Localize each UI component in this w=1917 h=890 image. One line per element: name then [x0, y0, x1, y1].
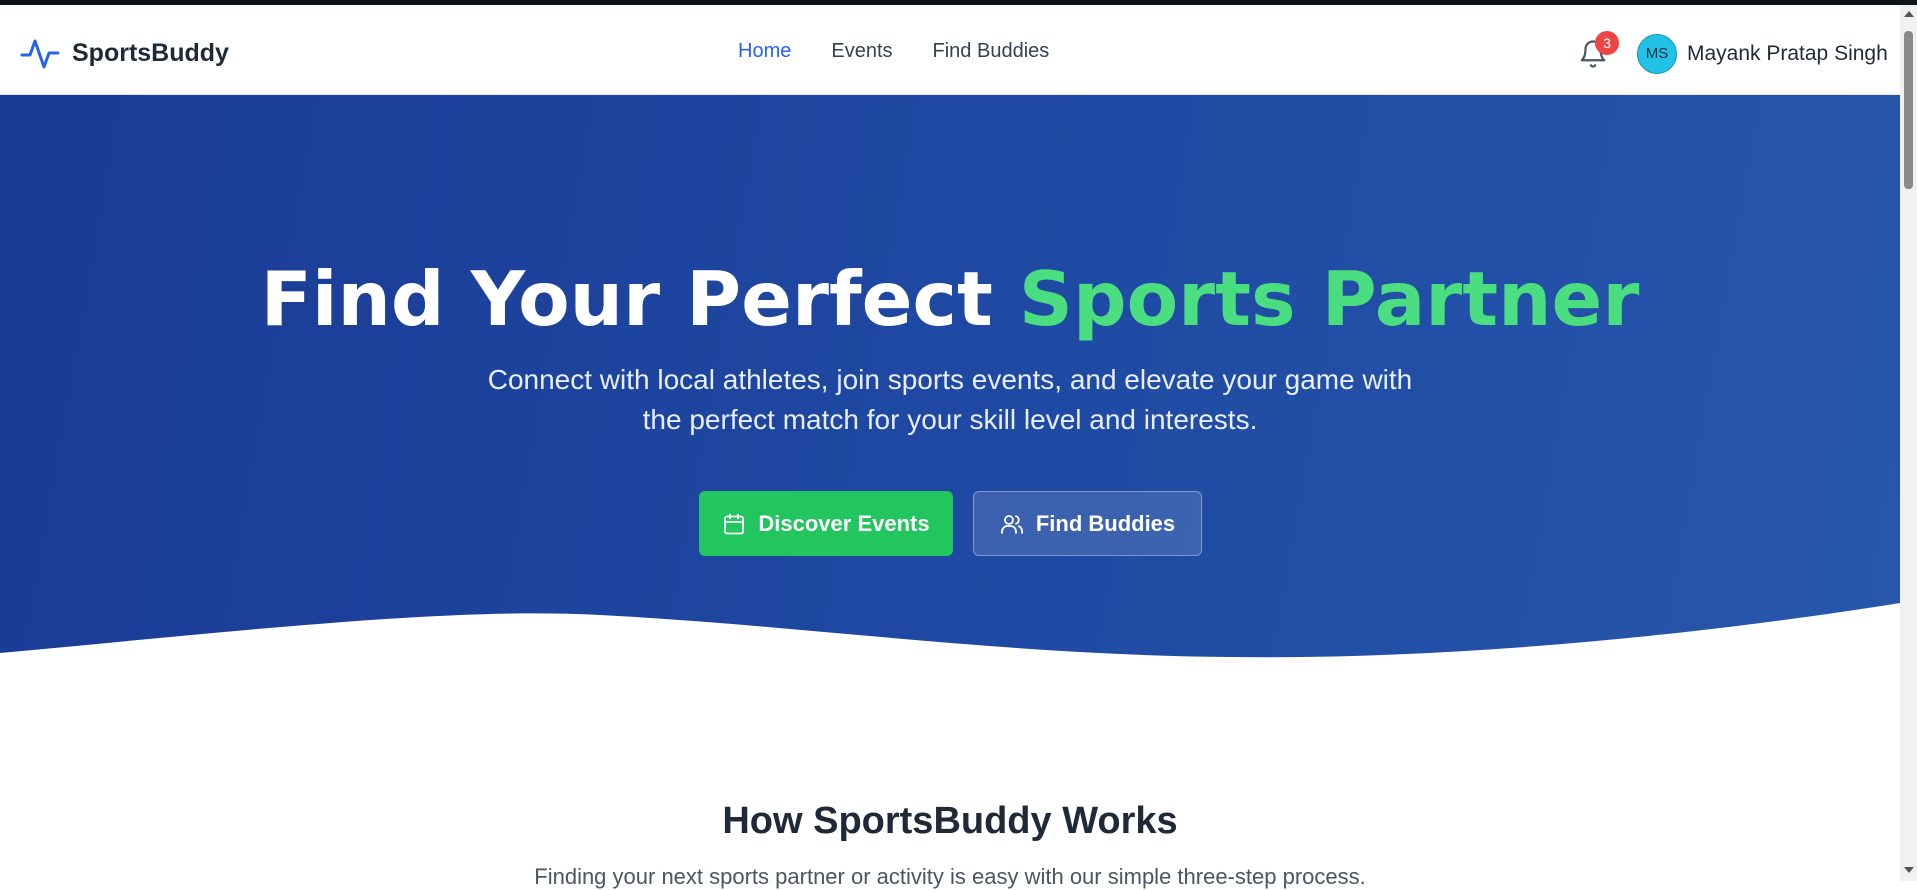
how-it-works-title: How SportsBuddy Works [722, 800, 1178, 842]
how-it-works-subtitle: Finding your next sports partner or acti… [534, 864, 1366, 889]
notification-count-badge: 3 [1595, 31, 1619, 55]
calendar-icon [724, 513, 745, 534]
avatar: MS [1637, 34, 1677, 74]
find-buddies-button[interactable]: Find Buddies [973, 491, 1202, 556]
hero-title-accent: Sports Partner [1018, 255, 1640, 343]
hero-subtitle: Connect with local athletes, join sports… [487, 364, 1413, 435]
hero-section: Find Your Perfect Sports Partner Connect… [0, 95, 1900, 720]
hero-title: Find Your Perfect Sports Partner [0, 255, 1900, 343]
scroll-up-arrow-icon[interactable] [1904, 11, 1914, 17]
scroll-down-arrow-icon[interactable] [1904, 867, 1914, 873]
find-buddies-label: Find Buddies [1035, 510, 1176, 536]
brand[interactable]: SportsBuddy [20, 33, 229, 73]
discover-events-button[interactable]: Discover Events [699, 491, 953, 556]
nav-find-buddies[interactable]: Find Buddies [933, 40, 1050, 63]
page-scrollbar[interactable] [1900, 5, 1917, 881]
users-icon [1000, 514, 1023, 534]
user-name: Mayank Pratap Singh [1687, 42, 1888, 65]
main-nav: Home Events Find Buddies [738, 40, 1049, 63]
navbar: SportsBuddy Home Events Find Buddies 3 M… [0, 5, 1900, 95]
scroll-thumb[interactable] [1904, 31, 1913, 189]
notifications-button[interactable]: 3 [1575, 31, 1619, 75]
nav-home[interactable]: Home [738, 40, 791, 63]
user-menu[interactable]: MS Mayank Pratap Singh [1637, 34, 1888, 74]
discover-events-label: Discover Events [758, 510, 930, 536]
nav-events[interactable]: Events [831, 40, 892, 63]
hero-title-main: Find Your Perfect [260, 255, 993, 343]
activity-pulse-icon [20, 39, 60, 69]
brand-name: SportsBuddy [72, 38, 229, 67]
